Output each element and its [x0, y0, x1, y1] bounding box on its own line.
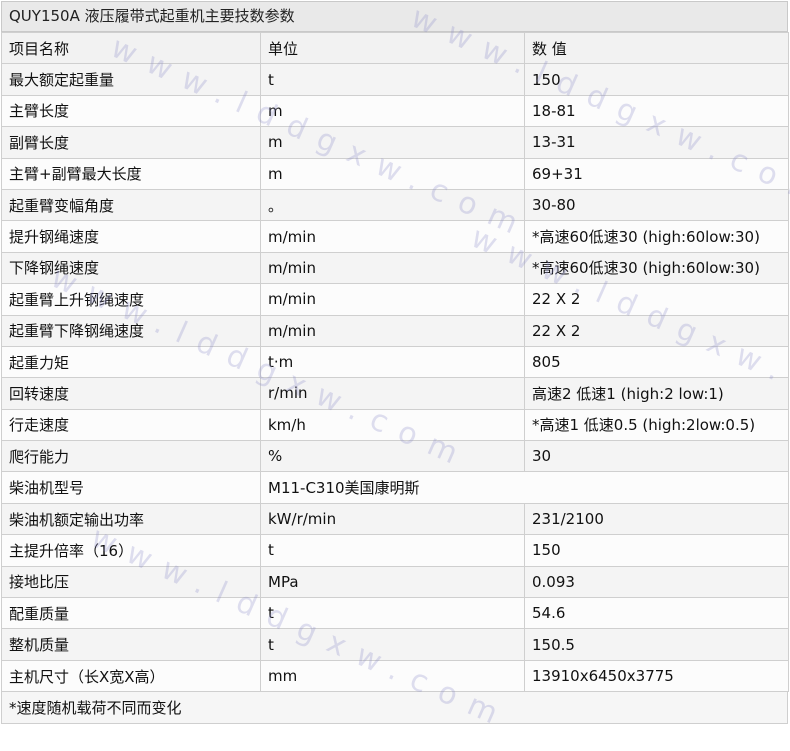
row-value: 22 X 2 [524, 314, 789, 347]
row-item-name: 副臂长度 [1, 126, 261, 159]
table-row: 起重力矩 t·m 805 [1, 345, 789, 379]
row-unit: MPa [260, 565, 525, 599]
row-value: 54.6 [524, 597, 789, 630]
header-row: 项目名称 单位 数 值 [1, 31, 789, 65]
row-value: 18-81 [524, 94, 789, 128]
row-value: 805 [524, 345, 789, 379]
row-unit: t [260, 63, 525, 96]
table-row: 起重臂变幅角度。 30-80 [1, 188, 789, 222]
table-title: QUY150A 液压履带式起重机主要技数参数 [1, 1, 788, 32]
row-item-name: 配重质量 [1, 597, 261, 630]
row-value: 13910x6450x3775 [524, 659, 789, 693]
row-unit: t [260, 534, 525, 567]
row-value: 13-31 [524, 126, 789, 159]
table-row: 副臂长度 m 13-31 [1, 126, 789, 159]
spec-sheet: QUY150A 液压履带式起重机主要技数参数 项目名称 单位 数 值 最大额定起… [1, 1, 789, 725]
row-value: 0.093 [524, 565, 789, 599]
row-item-name: 起重臂下降钢绳速度 [1, 314, 261, 347]
row-unit: m [260, 94, 525, 128]
table-row: 主臂+副臂最大长度 m 69+31 [1, 157, 789, 190]
row-unit: t [260, 628, 525, 661]
table-row: 配重质量 t 54.6 [1, 597, 789, 630]
row-unit: m/min [260, 283, 525, 316]
row-item-name: 整机质量 [1, 628, 261, 661]
table-row: 行走速度 km/h *高速1 低速0.5 (high:2low:0.5) [1, 408, 789, 442]
row-unit: kW/r/min [260, 502, 525, 536]
row-value: 22 X 2 [524, 283, 789, 316]
table-row: 柴油机型号 M11-C310美国康明斯 [1, 471, 789, 504]
table-row: 整机质量 t 150.5 [1, 628, 789, 661]
row-unit: mm [260, 659, 525, 693]
table-row: 主机尺寸（长X宽X高） mm 13910x6450x3775 [1, 659, 789, 693]
table-row: 主臂长度 m 18-81 [1, 94, 789, 128]
row-item-name: 主臂长度 [1, 94, 261, 128]
row-value: 30 [524, 440, 789, 473]
row-item-name: 起重力矩 [1, 345, 261, 379]
row-item-name: 主提升倍率（16） [1, 534, 261, 567]
spec-table: 项目名称 单位 数 值 最大额定起重量 t 150 主臂长度 m 18-81 副臂长度 m 13… [1, 31, 789, 693]
row-value: 150 [524, 63, 789, 96]
row-unit: % [260, 440, 525, 473]
table-row: 爬行能力% 30 [1, 440, 789, 473]
row-unit: t·m [260, 345, 525, 379]
header-item-name: 项目名称 [1, 31, 261, 65]
footnote: *速度随机载荷不同而变化 [1, 692, 788, 725]
row-value: 高速2 低速1 (high:2 low:1) [524, 377, 789, 410]
row-value: 231/2100 [524, 502, 789, 536]
row-value: *高速1 低速0.5 (high:2low:0.5) [524, 408, 789, 442]
row-unit: t [260, 597, 525, 630]
table-row: 起重臂上升钢绳速度 m/min 22 X 2 [1, 283, 789, 316]
row-value: *高速60低速30 (high:60low:30) [524, 220, 789, 253]
row-item-name: 最大额定起重量 [1, 63, 261, 96]
table-row: 接地比压 MPa 0.093 [1, 565, 789, 599]
row-item-name: 下降钢绳速度 [1, 251, 261, 285]
row-unit: m/min [260, 220, 525, 253]
row-item-name: 柴油机额定输出功率 [1, 502, 261, 536]
row-unit: km/h [260, 408, 525, 442]
table-row: 起重臂下降钢绳速度 m/min 22 X 2 [1, 314, 789, 347]
header-value: 数 值 [524, 31, 789, 65]
row-value: *高速60低速30 (high:60low:30) [524, 251, 789, 285]
table-row: 提升钢绳速度 m/min *高速60低速30 (high:60low:30) [1, 220, 789, 253]
row-item-name: 起重臂变幅角度 [1, 188, 261, 222]
row-item-name: 起重臂上升钢绳速度 [1, 283, 261, 316]
row-item-name: 爬行能力 [1, 440, 261, 473]
row-unit: m/min [260, 251, 525, 285]
row-unit-value: M11-C310美国康明斯 [260, 471, 789, 504]
row-value: 69+31 [524, 157, 789, 190]
row-value: 150 [524, 534, 789, 567]
header-unit: 单位 [260, 31, 525, 65]
table-row: 最大额定起重量 t 150 [1, 63, 789, 96]
row-item-name: 行走速度 [1, 408, 261, 442]
row-item-name: 回转速度 [1, 377, 261, 410]
row-item-name: 接地比压 [1, 565, 261, 599]
table-row: 回转速度 r/min 高速2 低速1 (high:2 low:1) [1, 377, 789, 410]
table-row: 下降钢绳速度 m/min *高速60低速30 (high:60low:30) [1, 251, 789, 285]
table-row: 柴油机额定输出功率 kW/r/min 231/2100 [1, 502, 789, 536]
row-unit: m [260, 126, 525, 159]
row-unit: m/min [260, 314, 525, 347]
row-item-name: 主机尺寸（长X宽X高） [1, 659, 261, 693]
row-value: 30-80 [524, 188, 789, 222]
row-value: 150.5 [524, 628, 789, 661]
row-unit: m [260, 157, 525, 190]
row-item-name: 主臂+副臂最大长度 [1, 157, 261, 190]
row-unit: r/min [260, 377, 525, 410]
row-item-name: 提升钢绳速度 [1, 220, 261, 253]
row-unit: 。 [260, 188, 525, 222]
row-item-name: 柴油机型号 [1, 471, 261, 504]
table-row: 主提升倍率（16） t 150 [1, 534, 789, 567]
